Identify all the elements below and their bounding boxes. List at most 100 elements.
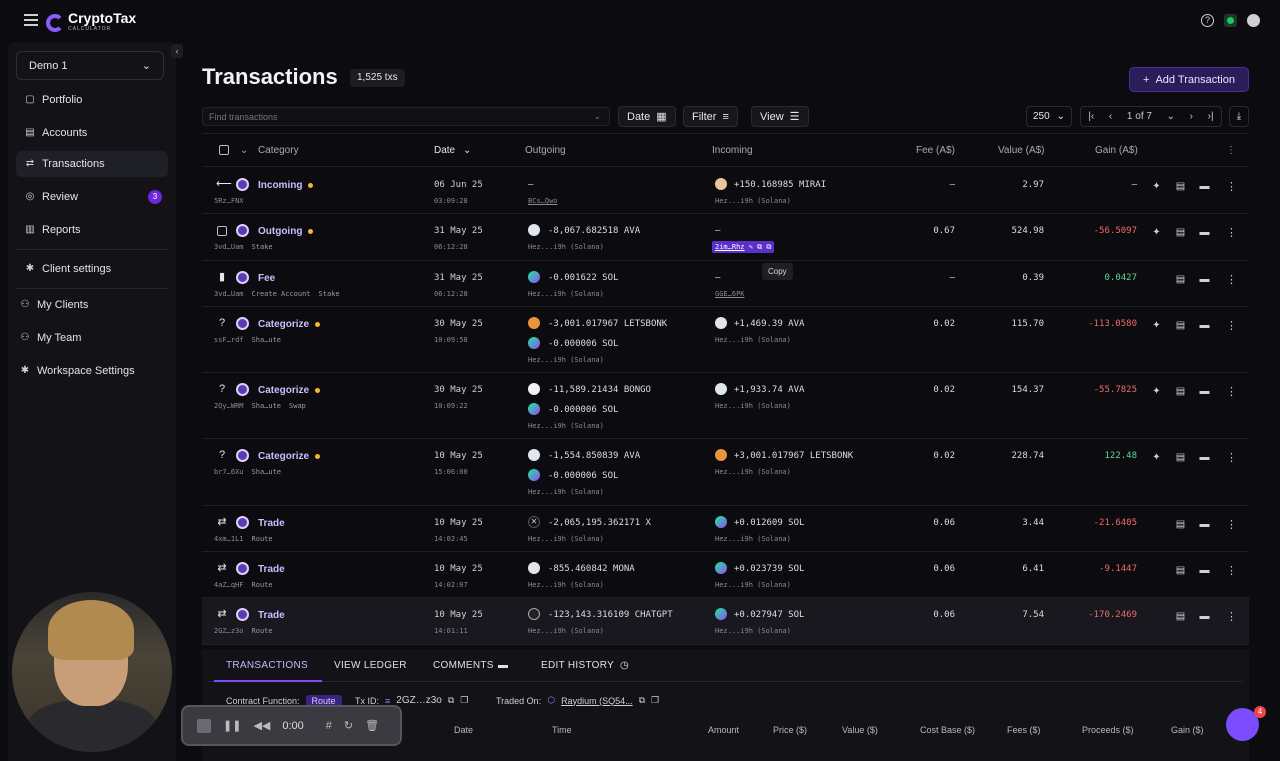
grid-icon[interactable]: # <box>326 720 332 732</box>
page-size-select[interactable]: 250 ⌄ <box>1026 106 1072 127</box>
tx-id[interactable]: 3vd…Uam Stake <box>214 243 273 251</box>
sidebar-item-client-settings[interactable]: ✱ Client settings <box>16 256 168 282</box>
clipboard-icon[interactable]: ▤ <box>1175 274 1186 285</box>
sort-desc-icon[interactable]: ⌄ <box>463 145 471 156</box>
column-date[interactable]: Date <box>434 145 455 156</box>
add-transaction-button[interactable]: + Add Transaction <box>1129 67 1249 92</box>
incoming-wallet[interactable]: Hez...i9h (Solana) <box>715 535 791 543</box>
comment-icon[interactable]: ▬ <box>1199 274 1210 285</box>
filter-button[interactable]: Filter ≡ <box>683 106 738 127</box>
help-icon[interactable]: ? <box>1201 14 1214 27</box>
tx-id[interactable]: 3vd…Uam Create Account Stake <box>214 290 340 298</box>
incoming-wallet[interactable]: Hez...i9h (Solana) <box>715 197 791 205</box>
tab-edit-history[interactable]: EDIT HISTORY <box>541 660 614 671</box>
table-row[interactable]: ? Categorize ssF…rdf Sha…ute 30 May 25 10… <box>202 307 1249 373</box>
tx-id[interactable]: 2Qy…WRM Sha…ute Swap <box>214 402 306 410</box>
tx-id[interactable]: br7…6Xu Sha…ute <box>214 468 281 476</box>
incoming-wallet[interactable]: Hez...i9h (Solana) <box>715 581 791 589</box>
outgoing-wallet[interactable]: BCs…Qwo <box>528 197 558 205</box>
comment-icon[interactable]: ▬ <box>1199 452 1210 463</box>
incoming-wallet[interactable]: Hez...i9h (Solana) <box>715 468 791 476</box>
download-button[interactable]: ⤓ <box>1229 106 1249 127</box>
category-label[interactable]: Trade <box>258 564 285 575</box>
row-menu-icon[interactable]: ⋮ <box>1226 319 1237 332</box>
menu-icon[interactable] <box>24 14 38 26</box>
copy-icon[interactable]: ❐ <box>460 695 468 706</box>
sparkle-icon[interactable]: ✦ <box>1151 181 1162 192</box>
sidebar-item-transactions[interactable]: ⇄ Transactions <box>16 151 168 177</box>
category-label[interactable]: Incoming <box>258 180 314 191</box>
collapse-sidebar-button[interactable]: ‹ <box>171 44 183 58</box>
category-label[interactable]: Categorize <box>258 385 321 396</box>
sparkle-icon[interactable]: ✦ <box>1151 227 1162 238</box>
category-label[interactable]: Fee <box>258 273 275 284</box>
prev-page-icon[interactable]: ‹ <box>1109 111 1112 122</box>
comment-icon[interactable]: ▬ <box>1199 181 1210 192</box>
org-select[interactable]: Demo 1 ⌄ <box>16 51 164 80</box>
comment-icon[interactable]: ▬ <box>1199 320 1210 331</box>
clipboard-icon[interactable]: ▤ <box>1175 519 1186 530</box>
columns-menu-icon[interactable]: ⋮ <box>1226 145 1236 156</box>
sidebar-item-review[interactable]: ◎ Review 3 <box>16 184 168 210</box>
clipboard-icon[interactable]: ▤ <box>1175 386 1186 397</box>
table-row[interactable]: ⇄ Trade 4aZ…qHF Route 10 May 25 14:02:07 … <box>202 552 1249 598</box>
status-icon[interactable] <box>1224 14 1237 27</box>
comment-icon[interactable]: ▬ <box>1199 386 1210 397</box>
table-row[interactable]: ⟵ Incoming 5Rz…FNX 06 Jun 25 03:09:28 — … <box>202 168 1249 214</box>
last-page-icon[interactable]: ›| <box>1208 111 1214 122</box>
column-value[interactable]: Value (A$) <box>998 145 1045 156</box>
row-menu-icon[interactable]: ⋮ <box>1226 518 1237 531</box>
sparkle-icon[interactable]: ✦ <box>1151 386 1162 397</box>
stop-icon[interactable] <box>197 718 211 733</box>
comment-icon[interactable]: ▬ <box>1199 565 1210 576</box>
row-checkbox[interactable] <box>217 226 227 236</box>
row-menu-icon[interactable]: ⋮ <box>1226 451 1237 464</box>
search-field[interactable]: ⌄ <box>202 107 610 126</box>
next-page-icon[interactable]: › <box>1190 111 1193 122</box>
category-label[interactable]: Outgoing <box>258 226 314 237</box>
chevron-down-icon[interactable]: ⌄ <box>1167 111 1175 122</box>
row-menu-icon[interactable]: ⋮ <box>1226 385 1237 398</box>
incoming-wallet[interactable]: Hez...i9h (Solana) <box>715 336 791 344</box>
trash-icon[interactable]: 🗑 <box>365 719 379 732</box>
sidebar-item-reports[interactable]: ▥ Reports <box>16 217 168 243</box>
category-label[interactable]: Categorize <box>258 451 321 462</box>
outgoing-wallet[interactable]: Hez...i9h (Solana) <box>528 290 604 298</box>
expand-all-icon[interactable]: ⌄ <box>240 145 248 156</box>
table-row[interactable]: ⇄ Trade 4xm…1L1 Route 10 May 25 14:02:45 … <box>202 506 1249 552</box>
row-menu-icon[interactable]: ⋮ <box>1226 610 1237 623</box>
external-link-icon[interactable]: ⧉ <box>448 695 454 706</box>
tx-id[interactable]: 2GZ…z3o Route <box>214 627 273 635</box>
rewind-icon[interactable]: ◀◀ <box>253 719 270 732</box>
outgoing-wallet[interactable]: Hez...i9h (Solana) <box>528 535 604 543</box>
sparkle-icon[interactable]: ✦ <box>1151 452 1162 463</box>
incoming-wallet-chip[interactable]: 2im…Rhz ✎ ⧉ ⧉ <box>712 241 775 253</box>
tx-id[interactable]: 4aZ…qHF Route <box>214 581 273 589</box>
table-row[interactable]: ⇄ Trade 2GZ…z3o Route 10 May 25 14:01:11 … <box>202 598 1249 645</box>
row-menu-icon[interactable]: ⋮ <box>1226 180 1237 193</box>
sidebar-item-my-team[interactable]: ⚇ My Team <box>16 325 168 351</box>
tx-id[interactable]: 4xm…1L1 Route <box>214 535 273 543</box>
traded-on-value[interactable]: Raydium (SQ54... <box>561 696 633 706</box>
table-row[interactable]: ? Categorize 2Qy…WRM Sha…ute Swap 30 May 2… <box>202 373 1249 439</box>
category-label[interactable]: Trade <box>258 610 285 621</box>
clipboard-icon[interactable]: ▤ <box>1175 227 1186 238</box>
outgoing-wallet[interactable]: Hez...i9h (Solana) <box>528 488 604 496</box>
sidebar-item-my-clients[interactable]: ⚇ My Clients <box>16 292 168 318</box>
outgoing-wallet[interactable]: Hez...i9h (Solana) <box>528 356 604 364</box>
incoming-wallet[interactable]: Hez...i9h (Solana) <box>715 627 791 635</box>
column-incoming[interactable]: Incoming <box>712 145 753 156</box>
column-outgoing[interactable]: Outgoing <box>525 145 566 156</box>
row-menu-icon[interactable]: ⋮ <box>1226 226 1237 239</box>
sparkle-icon[interactable]: ✦ <box>1151 320 1162 331</box>
tab-transactions[interactable]: TRANSACTIONS <box>226 660 308 671</box>
copy-icon[interactable]: ❐ <box>651 695 659 706</box>
pause-icon[interactable]: ❚❚ <box>223 719 241 732</box>
clipboard-icon[interactable]: ▤ <box>1175 320 1186 331</box>
logo[interactable]: CryptoTax CALCULATOR <box>46 11 136 34</box>
restart-icon[interactable]: ↻ <box>344 719 353 732</box>
column-category[interactable]: Category <box>258 145 299 156</box>
tab-comments[interactable]: COMMENTS <box>433 660 494 671</box>
first-page-icon[interactable]: |‹ <box>1088 111 1094 122</box>
date-filter-button[interactable]: Date ▦ <box>618 106 676 127</box>
